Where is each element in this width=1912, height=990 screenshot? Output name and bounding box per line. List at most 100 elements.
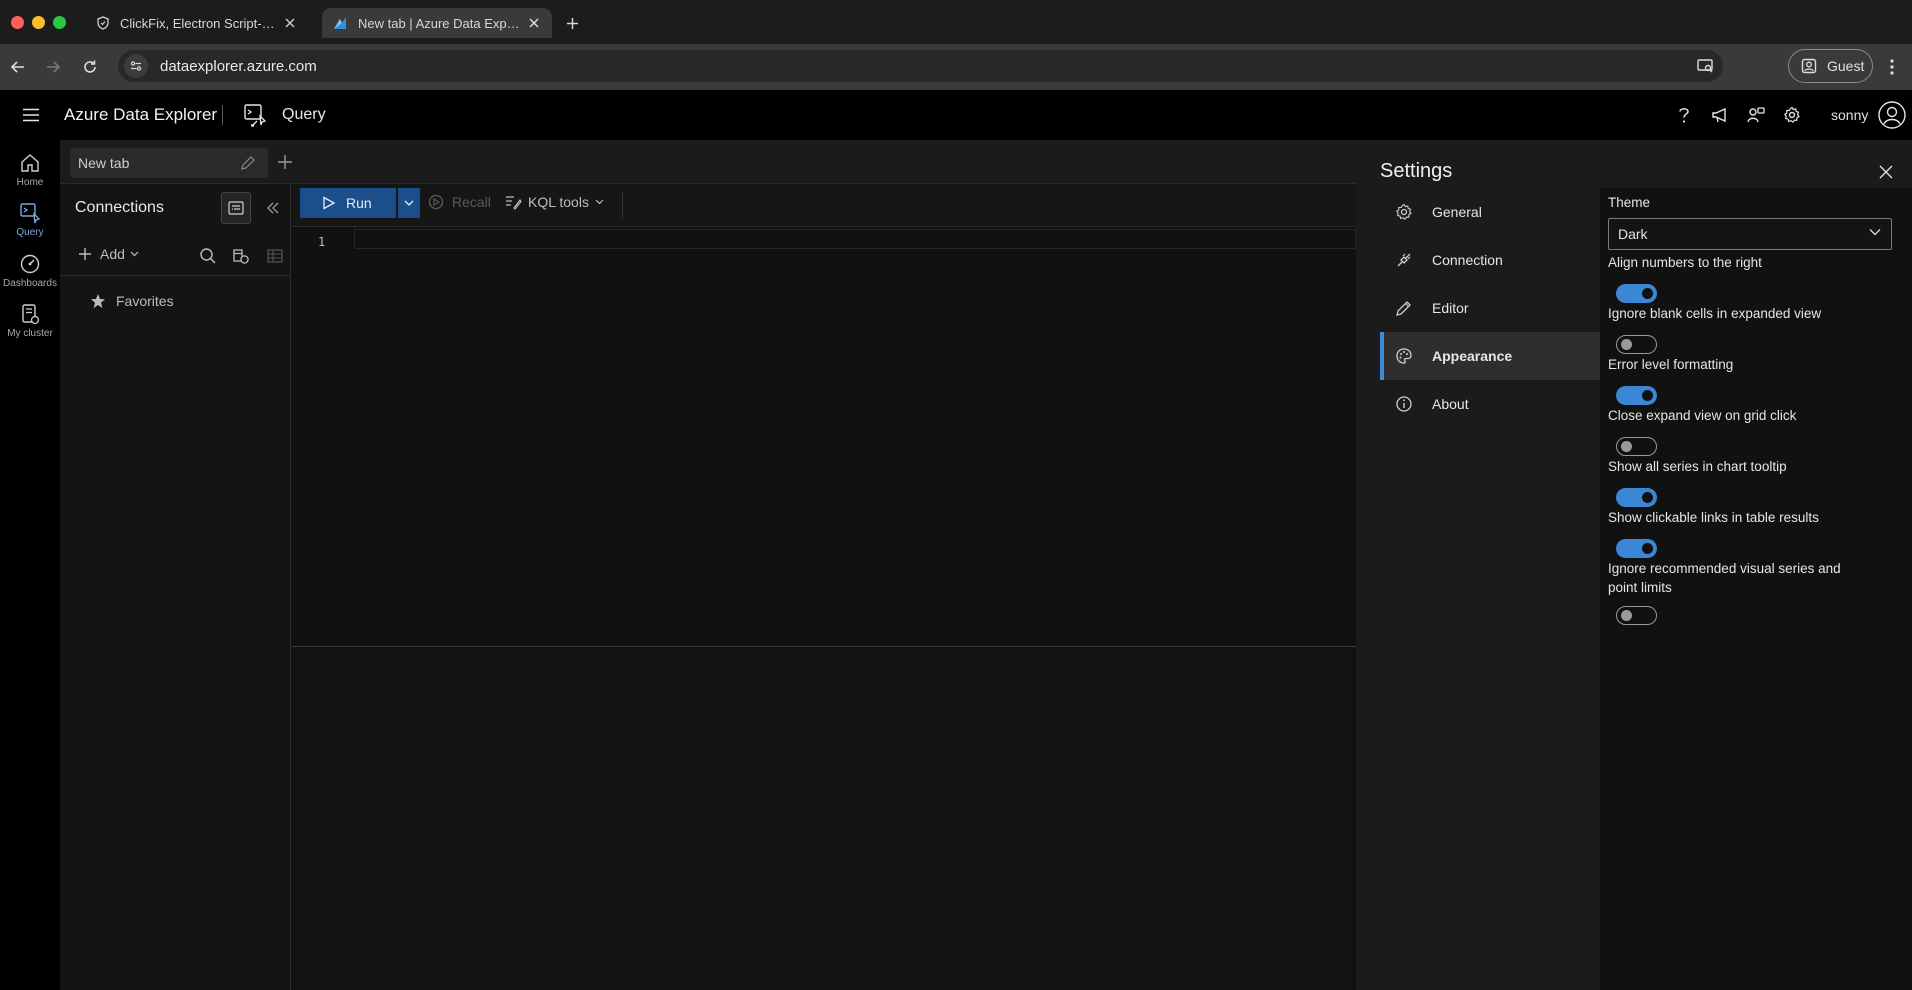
address-bar[interactable]: dataexplorer.azure.com xyxy=(118,50,1723,82)
table-view-icon[interactable] xyxy=(266,247,284,265)
query-editor[interactable]: 1 xyxy=(292,226,1356,646)
rail-item-label: Dashboards xyxy=(3,278,57,289)
toggle-knob xyxy=(1621,441,1632,452)
connections-panel: Connections Add Favorites xyxy=(60,184,291,990)
settings-nav-label: Appearance xyxy=(1432,348,1513,364)
window-zoom-button[interactable] xyxy=(53,16,66,29)
window-close-button[interactable] xyxy=(11,16,24,29)
profile-button[interactable]: Guest xyxy=(1788,49,1873,83)
help-icon[interactable] xyxy=(1674,105,1694,125)
rail-item-home[interactable]: Home xyxy=(0,152,60,188)
browser-menu-icon[interactable] xyxy=(1882,56,1902,78)
rail-item-label: Query xyxy=(16,227,44,238)
plug-icon xyxy=(1394,250,1414,270)
cast-icon[interactable] xyxy=(1695,56,1715,76)
close-icon[interactable] xyxy=(1878,164,1894,180)
chevron-down-icon xyxy=(130,251,139,257)
shield-icon xyxy=(96,16,110,30)
user-name[interactable]: sonny xyxy=(1831,107,1868,123)
recall-icon xyxy=(428,194,444,210)
connections-view-toggle-button[interactable] xyxy=(221,192,251,224)
rail-item-dashboards[interactable]: Dashboards xyxy=(0,253,60,289)
kql-tools-icon xyxy=(504,194,522,210)
close-icon[interactable] xyxy=(526,15,542,31)
browser-tab-azure-data-explorer[interactable]: New tab | Azure Data Explorer xyxy=(322,8,552,38)
avatar[interactable] xyxy=(1878,101,1906,129)
run-options-dropdown[interactable] xyxy=(398,188,420,218)
settings-nav-appearance[interactable]: Appearance xyxy=(1380,332,1600,380)
profile-icon xyxy=(1801,58,1817,74)
align-numbers-toggle[interactable] xyxy=(1616,284,1657,303)
results-pane xyxy=(292,646,1356,990)
url-text: dataexplorer.azure.com xyxy=(160,57,317,75)
hamburger-menu-icon[interactable] xyxy=(20,104,42,126)
settings-nav-label: About xyxy=(1432,396,1469,412)
reload-button[interactable] xyxy=(77,54,103,80)
settings-gear-icon[interactable] xyxy=(1782,105,1802,125)
theme-value: Dark xyxy=(1618,226,1648,242)
pencil-icon xyxy=(1394,298,1414,318)
browser-tab-strip: ClickFix, Electron Script-jacking New ta… xyxy=(0,0,1912,44)
settings-nav-general[interactable]: General xyxy=(1380,188,1600,236)
back-button[interactable] xyxy=(5,54,31,80)
show-all-series-toggle[interactable] xyxy=(1616,488,1657,507)
recall-button[interactable]: Recall xyxy=(428,194,491,210)
site-info-icon[interactable] xyxy=(124,54,148,78)
ignore-blank-cells-toggle[interactable] xyxy=(1616,335,1657,354)
palette-icon xyxy=(1394,346,1414,366)
query-icon xyxy=(242,102,268,128)
toolbar-divider xyxy=(622,192,623,218)
info-icon xyxy=(1394,394,1414,414)
add-query-tab-button[interactable] xyxy=(276,153,294,171)
settings-nav-connection[interactable]: Connection xyxy=(1380,236,1600,284)
query-tab-bar: New tab xyxy=(60,140,1356,184)
setting-label: Ignore blank cells in expanded view xyxy=(1608,306,1822,321)
new-browser-tab-button[interactable] xyxy=(562,13,582,33)
browser-tab-clickfix[interactable]: ClickFix, Electron Script-jacking xyxy=(86,8,308,38)
setting-label: Close expand view on grid click xyxy=(1608,408,1797,423)
share-feedback-icon[interactable] xyxy=(1746,105,1766,125)
database-refresh-icon[interactable] xyxy=(232,247,250,265)
settings-nav-label: Connection xyxy=(1432,252,1503,268)
connections-title: Connections xyxy=(75,199,164,216)
window-minimize-button[interactable] xyxy=(32,16,45,29)
close-expand-view-toggle[interactable] xyxy=(1616,437,1657,456)
toggle-knob xyxy=(1621,610,1632,621)
toggle-knob xyxy=(1642,492,1653,503)
setting-label: Show all series in chart tooltip xyxy=(1608,459,1787,474)
query-icon xyxy=(19,202,41,224)
collapse-panel-icon[interactable] xyxy=(265,200,281,216)
setting-label: Error level formatting xyxy=(1608,357,1734,372)
settings-nav-label: General xyxy=(1432,204,1482,220)
connections-toolbar: Add xyxy=(60,236,291,276)
rail-item-my-cluster[interactable]: My cluster xyxy=(0,303,60,339)
browser-tab-title: ClickFix, Electron Script-jacking xyxy=(120,15,276,31)
clickable-links-toggle[interactable] xyxy=(1616,539,1657,558)
chevron-down-icon xyxy=(595,199,604,205)
forward-button[interactable] xyxy=(40,54,66,80)
add-connection-button[interactable]: Add xyxy=(78,246,139,262)
star-icon xyxy=(90,293,106,309)
error-level-formatting-toggle[interactable] xyxy=(1616,386,1657,405)
ignore-visual-limits-toggle[interactable] xyxy=(1616,606,1657,625)
run-button[interactable]: Run xyxy=(300,188,396,218)
query-workspace: New tab Connections Add Favorites Run Re… xyxy=(60,140,1356,990)
close-icon[interactable] xyxy=(282,15,298,31)
theme-dropdown[interactable]: Dark xyxy=(1608,218,1892,250)
left-navigation-rail: Home Query Dashboards My cluster xyxy=(0,140,60,990)
search-icon[interactable] xyxy=(199,247,217,265)
setting-label: Ignore recommended visual series and poi… xyxy=(1608,561,1841,595)
rail-item-query[interactable]: Query xyxy=(0,202,60,238)
chevron-down-icon xyxy=(1869,228,1881,236)
browser-toolbar: dataexplorer.azure.com Guest xyxy=(0,44,1912,90)
settings-nav-editor[interactable]: Editor xyxy=(1380,284,1600,332)
announcements-icon[interactable] xyxy=(1710,105,1730,125)
query-tab[interactable]: New tab xyxy=(70,148,268,178)
app-title: Azure Data Explorer xyxy=(64,105,218,124)
kql-tools-button[interactable]: KQL tools xyxy=(504,194,604,210)
favorites-label: Favorites xyxy=(116,293,174,309)
run-label: Run xyxy=(346,195,372,211)
pencil-icon[interactable] xyxy=(240,155,256,171)
favorites-node[interactable]: Favorites xyxy=(90,293,174,309)
settings-nav-about[interactable]: About xyxy=(1380,380,1600,428)
